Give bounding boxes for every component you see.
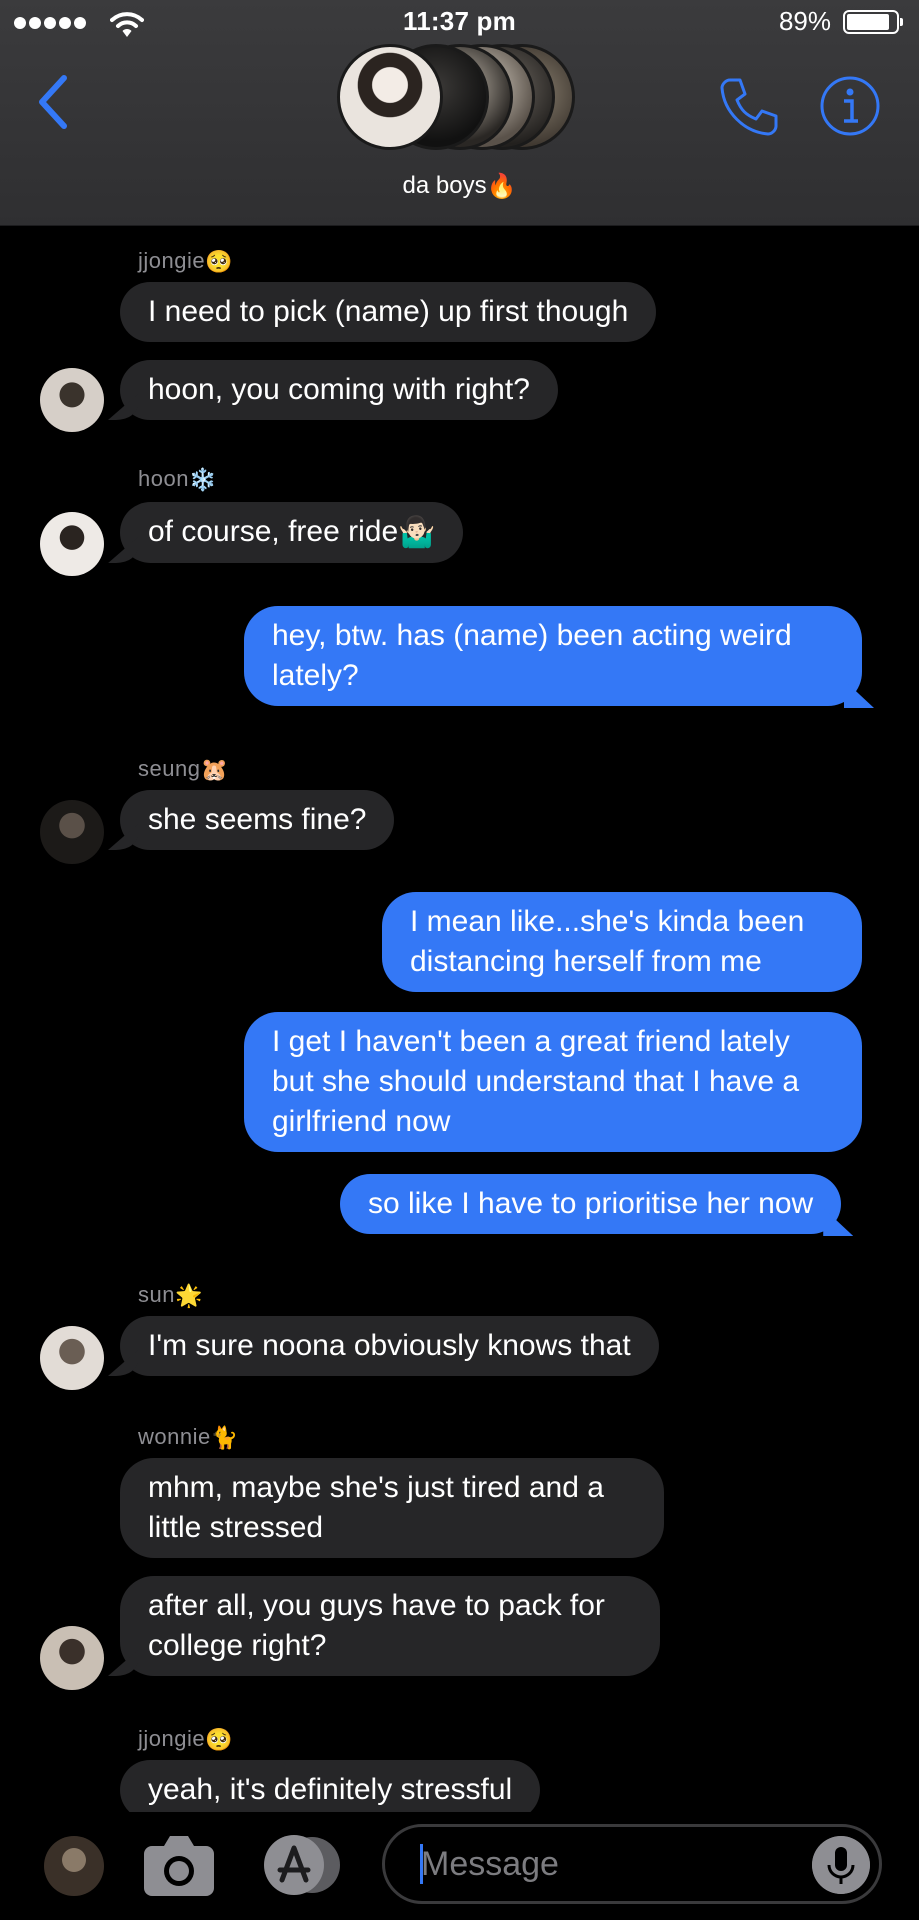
avatar[interactable] <box>40 1326 104 1390</box>
sender-name: hoon❄️ <box>138 466 217 493</box>
member-avatar-main <box>337 44 443 150</box>
app-store-icon[interactable] <box>260 1834 346 1896</box>
message-bubble[interactable]: so like I have to prioritise her now <box>340 1174 842 1234</box>
sender-name: jjongie🥺 <box>138 248 234 275</box>
message-clip: yeah, it's definitely stressful <box>0 1760 919 1812</box>
sender-name: sun🌟 <box>138 1282 203 1309</box>
group-name: da boys🔥 <box>402 172 517 201</box>
camera-icon[interactable] <box>142 1832 216 1898</box>
sender-name: wonnie🐈 <box>138 1424 239 1451</box>
message-bubble[interactable]: I mean like...she's kinda been distancin… <box>382 892 862 992</box>
info-icon[interactable] <box>818 74 882 138</box>
phone-call-icon[interactable] <box>716 74 782 140</box>
sender-name: jjongie🥺 <box>138 1726 234 1753</box>
message-bubble[interactable]: I'm sure noona obviously knows that <box>120 1316 659 1376</box>
sender-name: seung🐹 <box>138 756 229 783</box>
my-avatar[interactable] <box>44 1836 104 1896</box>
avatar[interactable] <box>40 512 104 576</box>
message-bubble[interactable]: of course, free ride🤷🏻‍♂️ <box>120 502 464 564</box>
fire-emoji-icon: 🔥 <box>486 173 517 201</box>
message-bubble[interactable]: mhm, maybe she's just tired and a little… <box>120 1458 664 1558</box>
message-bubble[interactable]: yeah, it's definitely stressful <box>120 1760 541 1812</box>
battery-icon <box>843 10 903 34</box>
text-caret <box>420 1844 423 1884</box>
avatar[interactable] <box>40 800 104 864</box>
message-input[interactable] <box>382 1824 882 1904</box>
message-bubble[interactable]: she seems fine? <box>120 790 395 850</box>
battery-percentage: 89% <box>778 6 831 36</box>
message-bubble[interactable]: after all, you guys have to pack for col… <box>120 1576 660 1676</box>
back-chevron-icon[interactable] <box>34 72 74 132</box>
compose-bar <box>0 1812 919 1920</box>
message-bubble[interactable]: hoon, you coming with right? <box>120 360 558 420</box>
avatar[interactable] <box>40 1626 104 1690</box>
microphone-icon[interactable] <box>812 1836 870 1894</box>
message-bubble[interactable]: hey, btw. has (name) been acting weird l… <box>244 606 862 706</box>
message-bubble[interactable]: I need to pick (name) up first though <box>120 282 657 342</box>
conversation-header: 11:37 pm 89% da boys🔥 <box>0 0 919 226</box>
message-bubble[interactable]: I get I haven't been a great friend late… <box>244 1012 862 1152</box>
status-bar: 11:37 pm 89% <box>0 0 919 46</box>
group-avatar-stack[interactable] <box>337 44 577 154</box>
avatar[interactable] <box>40 368 104 432</box>
shrug-emoji-icon: 🤷🏻‍♂️ <box>398 516 436 550</box>
